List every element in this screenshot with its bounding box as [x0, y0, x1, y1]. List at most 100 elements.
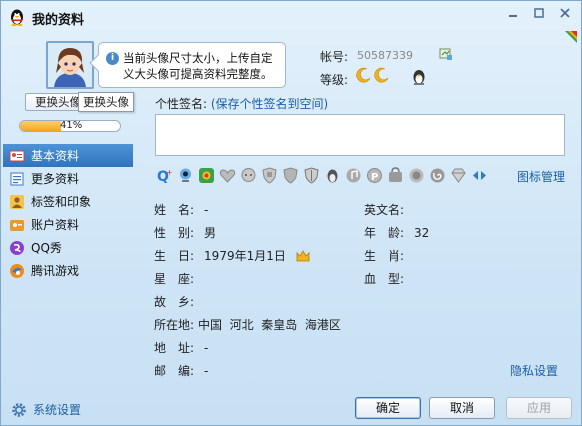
- svg-text:+: +: [166, 168, 173, 177]
- signature-header: 个性签名: (保存个性签名到空间): [155, 95, 328, 112]
- shield-icon[interactable]: [281, 166, 300, 185]
- close-icon: [560, 8, 570, 18]
- field-label: 地 址:: [154, 341, 195, 355]
- color-flag-icon[interactable]: [565, 31, 577, 43]
- window-title: 我的资料: [32, 13, 85, 28]
- system-settings-link[interactable]: 系统设置: [11, 401, 81, 418]
- guard-shield-icon[interactable]: [302, 166, 321, 185]
- account-number: 50587339: [357, 49, 413, 62]
- heart-icon[interactable]: [218, 166, 237, 185]
- spiral-badge-icon[interactable]: [428, 166, 447, 185]
- sidebar-item-label: 标签和印象: [31, 195, 92, 209]
- progress-fill: [20, 121, 61, 131]
- signature-input[interactable]: [155, 114, 565, 156]
- moon-icon: [356, 67, 371, 83]
- svg-text:P: P: [371, 172, 378, 183]
- account-icon: [10, 219, 24, 231]
- bag-badge-icon[interactable]: [386, 166, 405, 185]
- field-label: 性 别:: [154, 226, 195, 240]
- diamond-icon[interactable]: [449, 166, 468, 185]
- contact-card-icon: [9, 150, 25, 161]
- progress-text: 41%: [60, 120, 83, 131]
- sidebar-item-basic-info[interactable]: 基本资料: [3, 144, 133, 167]
- info-icon: i: [106, 52, 119, 65]
- icon-manage-link[interactable]: 图标管理: [517, 168, 565, 185]
- scroll-arrows-icon[interactable]: [470, 166, 489, 185]
- sidebar-item-account[interactable]: 账户资料: [3, 213, 133, 236]
- minimize-icon: [509, 15, 517, 17]
- window-controls: [501, 4, 577, 22]
- privacy-settings-link[interactable]: 隐私设置: [510, 362, 558, 379]
- field-postal-code: 邮 编: -: [154, 362, 208, 379]
- sidebar-item-qqshow[interactable]: QQ秀: [3, 236, 133, 259]
- field-birthday: 生 日: 1979年1月1日: [154, 247, 310, 264]
- sidebar-item-label: 更多资料: [31, 172, 80, 186]
- field-label: 故 乡:: [154, 295, 195, 309]
- field-age: 年 龄: 32: [364, 224, 429, 241]
- field-gender: 性 别: 男: [154, 224, 216, 241]
- field-name: 姓 名: -: [154, 201, 208, 218]
- sidebar-item-label: 账户资料: [31, 218, 80, 232]
- close-button[interactable]: [553, 4, 577, 22]
- person-tag-icon: [10, 194, 24, 209]
- qqshow-icon: [10, 240, 24, 255]
- field-value: -: [204, 341, 209, 355]
- maximize-button[interactable]: [527, 4, 551, 22]
- field-label: 血 型:: [364, 272, 405, 286]
- sidebar: 基本资料 更多资料 标签和印象 账户资料 QQ秀 腾讯游戏: [3, 144, 133, 282]
- field-label: 姓 名:: [154, 203, 195, 217]
- level-label: 等级:: [320, 73, 349, 87]
- field-value: 中国 河北 秦皇岛 海港区: [198, 318, 341, 332]
- field-hometown: 故 乡:: [154, 293, 204, 310]
- field-label: 所在地:: [154, 318, 195, 332]
- title-bar: 我的资料: [1, 1, 581, 43]
- field-value: -: [204, 364, 209, 378]
- field-value: 32: [414, 226, 430, 240]
- pai-badge-icon[interactable]: [407, 166, 426, 185]
- cancel-button[interactable]: 取消: [429, 397, 495, 419]
- penguin-badge-icon[interactable]: [323, 166, 342, 185]
- sidebar-item-label: QQ秀: [31, 241, 62, 255]
- maximize-icon: [534, 8, 544, 18]
- signature-label: 个性签名:: [155, 97, 208, 111]
- field-location: 所在地: 中国 河北 秦皇岛 海港区: [154, 316, 341, 333]
- field-label: 星 座:: [154, 272, 195, 286]
- copy-account-icon[interactable]: [439, 47, 453, 61]
- field-address: 地 址: -: [154, 339, 208, 356]
- ok-button[interactable]: 确定: [355, 397, 421, 419]
- crown-icon: [296, 250, 310, 262]
- field-value: 男: [204, 226, 217, 240]
- apply-button[interactable]: 应用: [506, 397, 572, 419]
- avatar-size-tooltip: i 当前头像尺寸太小，上传自定义大头像可提高资料完整度。: [89, 42, 286, 88]
- sidebar-item-more-info[interactable]: 更多资料: [3, 167, 133, 190]
- p-badge-icon[interactable]: P: [365, 166, 384, 185]
- avatar[interactable]: [46, 41, 94, 89]
- level-icons: [356, 67, 390, 83]
- music-badge-icon[interactable]: [344, 166, 363, 185]
- minimize-button[interactable]: [501, 4, 525, 22]
- moon-icon: [374, 67, 389, 83]
- webcam-icon[interactable]: [176, 166, 195, 185]
- shield-badge-icon[interactable]: [260, 166, 279, 185]
- profile-window: 我的资料 i 当前头像尺寸太小，上传自定义大头像可提高资料完整度。 更换头像 更…: [0, 0, 582, 426]
- sidebar-item-games[interactable]: 腾讯游戏: [3, 259, 133, 282]
- save-signature-link[interactable]: (保存个性签名到空间): [211, 97, 328, 111]
- qq-penguin-icon: [11, 9, 23, 26]
- qzone-q-icon[interactable]: Q +: [155, 166, 174, 185]
- tooltip-text: 当前头像尺寸太小，上传自定义大头像可提高资料完整度。: [123, 51, 273, 81]
- account-label: 帐号:: [320, 50, 349, 64]
- qq-penguin-small-icon[interactable]: [411, 68, 427, 86]
- change-avatar-hover-tooltip: 更换头像: [78, 92, 134, 112]
- avatar-image-icon: [48, 43, 92, 87]
- colorful-badge-icon[interactable]: [197, 166, 216, 185]
- chat-bubble-icon[interactable]: [239, 166, 258, 185]
- sidebar-item-label: 基本资料: [31, 149, 80, 163]
- gear-icon: [12, 402, 26, 417]
- system-settings-label: 系统设置: [33, 403, 82, 417]
- game-icon: [10, 263, 24, 278]
- sidebar-item-tags[interactable]: 标签和印象: [3, 190, 133, 213]
- field-label: 英文名:: [364, 203, 405, 217]
- field-value: 1979年1月1日: [204, 249, 286, 263]
- document-list-icon: [10, 172, 24, 185]
- field-label: 年 龄:: [364, 226, 405, 240]
